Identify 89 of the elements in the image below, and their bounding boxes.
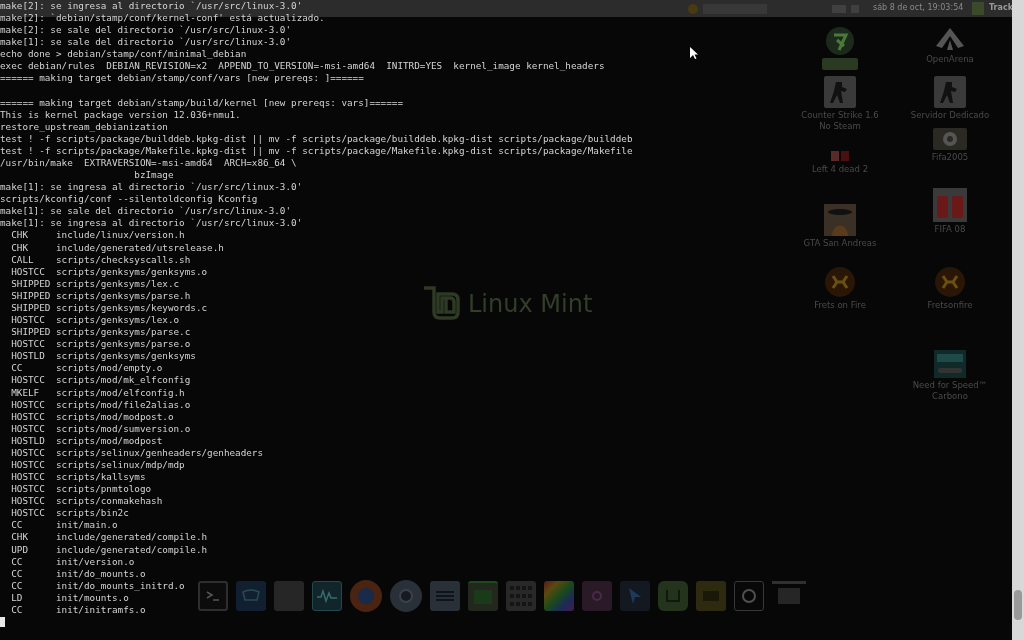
power-icon[interactable] (734, 581, 764, 611)
scrollbar[interactable] (1012, 0, 1024, 640)
terminal-line: CHK include/generated/compile.h (10, 531, 208, 543)
app-thumbnail-icon (972, 2, 984, 15)
desktop-icon-label[interactable]: OpenArena (926, 54, 974, 65)
terminal-line: UPD include/generated/compile.h (10, 543, 208, 555)
desktop-icon-label[interactable]: Need for Speed™ Carbono (912, 380, 988, 402)
terminal-line: CC init/version.o (10, 555, 135, 567)
terminal-line: LD init/mounts.o (10, 591, 129, 603)
terminal-line: HOSTCC scripts/mod/file2alias.o (10, 398, 191, 410)
chrome-icon[interactable] (390, 580, 422, 612)
terminal-line: /usr/bin/make EXTRAVERSION=-msi-amd64 ARCH=x86_64 \ (0, 157, 297, 168)
terminal-line: HOSTCC scripts/mod/mk_elfconfig (10, 374, 191, 386)
terminal-line: test ! -f scripts/package/Makefile.kpkg-dist || mv -f scripts/package/Makefile.kpkg-dist scripts/package/Makefile (0, 144, 633, 156)
terminal-line: HOSTCC scripts/pnmtologo (10, 483, 152, 495)
terminal-line: HOSTCC scripts/mod/modpost.o (10, 410, 174, 422)
desktop-icon-label[interactable]: Counter Strike 1.6 No Steam (801, 110, 879, 132)
terminal-line: make[2]: se sale del directorio `/usr/src/linux-3.0' (0, 24, 292, 36)
terminal-line: HOSTCC scripts/genksyms/parse.o (10, 338, 191, 350)
terminal-line: HOSTCC scripts/conmakehash (10, 495, 163, 507)
terminal-line: HOSTLD scripts/genksyms/genksyms (10, 350, 196, 362)
terminal-line: make[1]: se sale del directorio `/usr/src/linux-3.0' (0, 36, 292, 48)
terminal-line: SHIPPED scripts/genksyms/keywords.c (10, 301, 208, 313)
terminal-line: ====== making target debian/stamp/build/kernel [new prereqs: vars]====== (0, 96, 403, 108)
text-cursor (0, 617, 5, 627)
color-wheel-icon[interactable] (544, 581, 574, 611)
terminal-line: HOSTCC scripts/mod/sumversion.o (10, 422, 191, 434)
document-icon[interactable] (430, 581, 460, 611)
flame-icon (934, 266, 966, 298)
terminal-line: SHIPPED scripts/genksyms/parse.c (10, 326, 191, 338)
window-button[interactable]: Track (989, 2, 1013, 14)
terminal-line: HOSTLD scripts/mod/modpost (10, 434, 163, 446)
terminal-line: exec debian/rules DEBIAN_REVISION=x2 APPEND_TO_VERSION=-msi-amd64 INITRD=YES kernel_image kernel_headers (0, 60, 605, 72)
terminal-line: echo done > debian/stamp/conf/minimal_debian (0, 48, 247, 60)
terminal-line: This is kernel package version 12.036+nmu1. (0, 108, 241, 120)
terminal-line: SHIPPED scripts/genksyms/lex.c (10, 277, 180, 289)
terminal-line: make[2]: se ingresa al directorio `/usr/src/linux-3.0' (0, 0, 303, 11)
terminal-line: restore_upstream_debianization (0, 120, 168, 132)
car-icon (934, 350, 966, 378)
terminal-line: make[1]: se ingresa al directorio `/usr/src/linux-3.0' (0, 181, 303, 193)
gta-icon (824, 204, 856, 236)
desktop-icon-label[interactable]: Servidor Dedicado (910, 110, 990, 121)
fifa-icon (933, 188, 967, 222)
terminal-line: make[1]: se ingresa al directorio `/usr/src/linux-3.0' (0, 217, 303, 229)
terminal-line: bzImage (133, 169, 174, 181)
terminal-line: HOSTCC scripts/genksyms/lex.o (10, 314, 180, 326)
cursor-app-icon[interactable] (620, 581, 650, 611)
terminal-line: CC init/initramfs.o (10, 603, 146, 615)
desktop-icon-label[interactable]: GTA San Andreas (803, 238, 877, 249)
terminal-line: make[1]: se sale del directorio `/usr/src/linux-3.0' (0, 205, 292, 217)
terminal-line: CC scripts/mod/empty.o (10, 362, 163, 374)
terminal-line: HOSTCC scripts/bin2c (10, 507, 129, 519)
terminal-line: CC init/do_mounts.o (10, 567, 146, 579)
mint-icon[interactable] (658, 581, 688, 611)
terminal-line: MKELF scripts/mod/elfconfig.h (10, 386, 185, 398)
desktop-icon-label[interactable]: Fretsonfire (927, 300, 973, 311)
scrollbar-thumb[interactable] (1014, 590, 1022, 620)
spreadsheet-icon[interactable] (468, 581, 498, 611)
terminal-line: test ! -f scripts/package/builddeb.kpkg-dist || mv -f scripts/package/builddeb.kpkg-dist scripts/package/builddeb (0, 132, 633, 144)
terminal-line: HOSTCC scripts/kallsyms (10, 471, 146, 483)
terminal-line: scripts/kconfig/conf --silentoldconfig Kconfig (0, 193, 258, 205)
hand-icon (830, 150, 850, 162)
cursor-icon (690, 47, 698, 59)
desktop-icon-label[interactable]: FIFA 08 (934, 224, 966, 235)
calendar-icon[interactable] (506, 581, 536, 611)
terminal-line: HOSTCC scripts/selinux/genheaders/genheaders (10, 446, 264, 458)
monitor-icon[interactable] (312, 581, 342, 611)
soldier-icon (934, 76, 966, 108)
terminal-line: CALL scripts/checksyscalls.sh (10, 253, 191, 265)
panel-clock[interactable]: sáb 8 de oct, 19:03:54 (873, 2, 964, 14)
terminal-icon[interactable] (198, 581, 228, 611)
terminal-line: CC init/do_mounts_initrd.o (10, 579, 185, 591)
arena-icon (934, 26, 966, 52)
terminal-line: HOSTCC scripts/selinux/mdp/mdp (10, 458, 185, 470)
smiley-icon[interactable] (582, 581, 612, 611)
soldier-icon (824, 76, 856, 108)
flame-icon (824, 266, 856, 298)
terminal-line: make[2]: `debian/stamp/conf/kernel-conf' está actualizado. (0, 12, 325, 24)
desktop-icon-label[interactable]: Fifa2005 (931, 152, 969, 163)
menu-icon[interactable] (688, 3, 698, 14)
terminal-line: ====== making target debian/stamp/conf/vars [new prereqs: ]====== (0, 72, 364, 84)
terminal-line: HOSTCC scripts/genksyms/genksyms.o (10, 265, 208, 277)
terminal-line: CHK include/linux/version.h (10, 229, 185, 241)
photo-icon[interactable] (696, 581, 726, 611)
firefox-icon[interactable] (350, 580, 382, 612)
terminal-line: CC init/main.o (10, 519, 118, 531)
wiper-icon[interactable] (236, 581, 266, 611)
terminal-line: CHK include/generated/utsrelease.h (10, 241, 224, 253)
terminal-line: SHIPPED scripts/genksyms/parse.h (10, 289, 191, 301)
